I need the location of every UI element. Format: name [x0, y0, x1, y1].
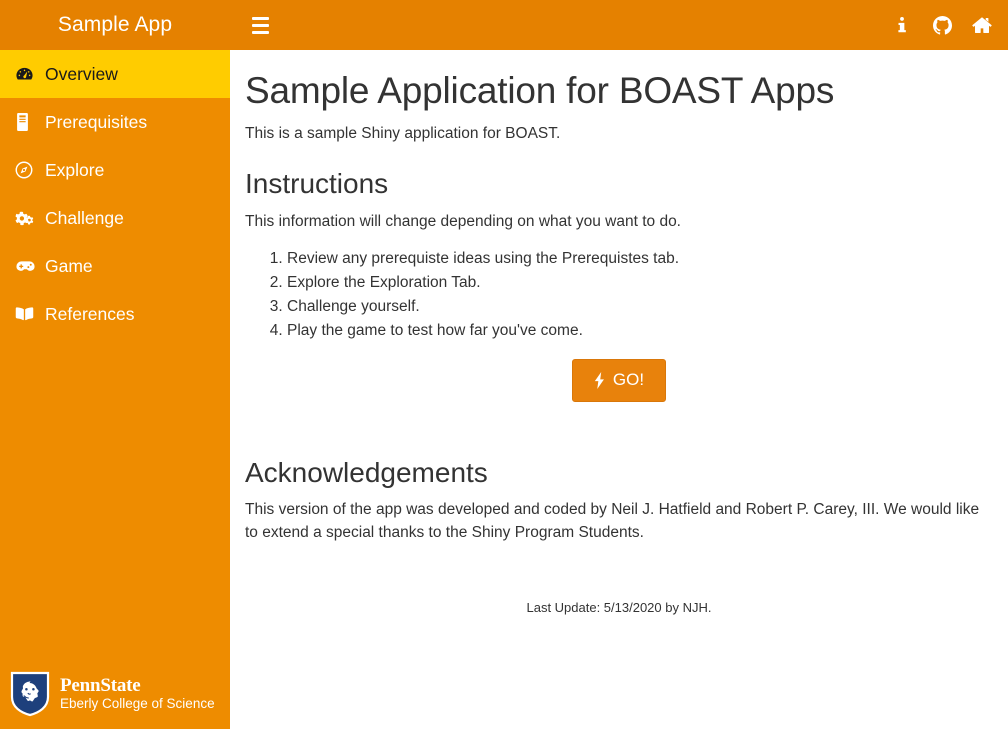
sidebar-item-overview: Overview	[0, 50, 230, 98]
hamburger-icon-bar-3	[251, 30, 269, 34]
sidebar-item-game: Game	[0, 242, 230, 290]
go-button[interactable]: GO!	[571, 359, 667, 402]
sidebar-link-prerequisites[interactable]: Prerequisites	[0, 98, 230, 146]
compass-icon	[15, 161, 41, 179]
instructions-heading: Instructions	[245, 168, 389, 200]
sidebar-item-references: References	[0, 290, 230, 338]
bolt-icon	[594, 371, 604, 389]
sidebar-item-label: Prerequisites	[45, 111, 148, 132]
sidebar-item-label: Game	[45, 255, 93, 276]
penn-state-subtitle: Eberly College of Science	[60, 696, 215, 712]
tachometer-icon	[15, 65, 41, 84]
home-button[interactable]	[962, 0, 1002, 50]
list-item: Challenge yourself.	[287, 295, 993, 319]
last-update-note: Last Update: 5/13/2020 by NJH.	[526, 600, 712, 616]
page-title: Sample Application for BOAST Apps	[245, 70, 835, 111]
penn-state-shield-icon	[10, 671, 50, 717]
gamepad-icon	[15, 259, 41, 273]
header-nav	[882, 0, 1002, 50]
sidebar-link-challenge[interactable]: Challenge	[0, 194, 230, 242]
penn-state-logo-text: PennState Eberly College of Science	[60, 676, 215, 711]
sidebar-toggle-button[interactable]	[238, 0, 282, 50]
book-icon	[15, 113, 41, 131]
app-header: Sample App	[0, 0, 1008, 50]
cogs-icon	[15, 209, 41, 227]
sidebar-link-references[interactable]: References	[0, 290, 230, 338]
sidebar-item-challenge: Challenge	[0, 194, 230, 242]
github-icon	[932, 15, 952, 35]
sidebar-item-label: References	[45, 303, 135, 324]
app-window: Sample App Overview Prerequisites Explor…	[0, 0, 1008, 729]
penn-state-logo: PennState Eberly College of Science	[10, 671, 215, 717]
list-item: Explore the Exploration Tab.	[287, 271, 993, 295]
go-button-label: GO!	[612, 370, 645, 390]
sidebar-link-game[interactable]: Game	[0, 242, 230, 290]
list-item: Review any prerequiste ideas using the P…	[287, 247, 993, 271]
main-content: Sample Application for BOAST Apps This i…	[230, 50, 1008, 729]
penn-state-name: PennState	[60, 675, 141, 697]
home-icon	[972, 17, 992, 33]
book-open-icon	[15, 306, 41, 322]
hamburger-icon-bar-2	[251, 23, 269, 27]
instructions-list: Review any prerequiste ideas using the P…	[245, 247, 993, 343]
sidebar-item-label: Challenge	[45, 207, 124, 228]
hamburger-icon-bar-1	[251, 16, 269, 20]
acknowledgements-heading: Acknowledgements	[245, 456, 488, 488]
info-icon	[898, 17, 906, 33]
sidebar-item-explore: Explore	[0, 146, 230, 194]
sidebar-menu: Overview Prerequisites Explore Challenge…	[0, 50, 230, 338]
list-item: Play the game to test how far you've com…	[287, 319, 993, 343]
instructions-intro: This information will change depending o…	[245, 212, 681, 230]
acknowledgements-text: This version of the app was developed an…	[245, 501, 980, 541]
intro-paragraph: This is a sample Shiny application for B…	[245, 124, 561, 142]
sidebar-link-explore[interactable]: Explore	[0, 146, 230, 194]
go-button-container: GO!	[245, 359, 993, 402]
sidebar-link-overview[interactable]: Overview	[0, 50, 230, 98]
sidebar-item-prerequisites: Prerequisites	[0, 98, 230, 146]
sidebar-item-label: Explore	[45, 159, 105, 180]
sidebar-item-label: Overview	[45, 63, 118, 84]
github-button[interactable]	[922, 0, 962, 50]
sidebar: Overview Prerequisites Explore Challenge…	[0, 50, 230, 729]
info-button[interactable]	[882, 0, 922, 50]
app-brand-title[interactable]: Sample App	[0, 0, 230, 50]
